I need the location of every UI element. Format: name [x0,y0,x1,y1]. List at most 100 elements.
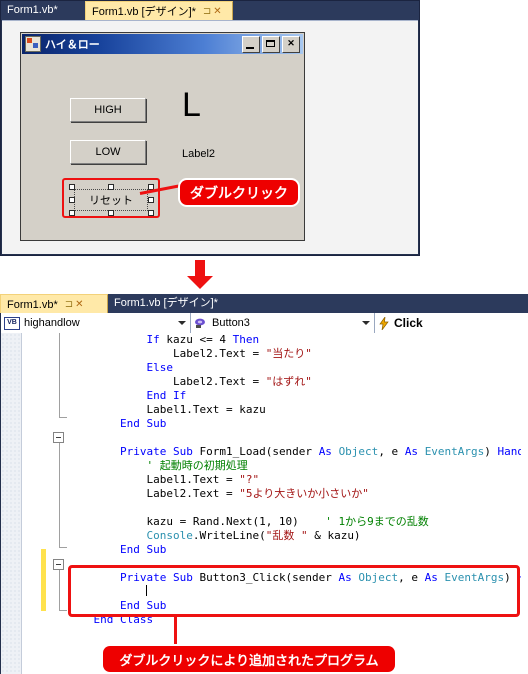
code-outlining-margin[interactable] [53,333,67,674]
code-token: End Class [93,613,154,626]
code-token: End Sub [119,599,167,612]
window-buttons[interactable]: ✕ [242,35,300,53]
tab-label: Form1.vb* [7,299,58,311]
code-token: kazu = Rand.Next(1, 10) [146,515,299,528]
form-title-bar: ハイ＆ロー ✕ [22,34,303,54]
class-dropdown-value: highandlow [24,317,80,329]
code-line: Label1.Text = kazu [67,403,528,417]
code-line: Console.WriteLine("乱数 " & kazu) [67,529,528,543]
resize-handle-sw[interactable] [69,210,75,216]
form-icon [25,36,41,52]
reset-button-selection-highlight: リセット [62,178,160,218]
tab-form1-vb-design[interactable]: Form1.vb [デザイン]* [108,294,242,313]
code-token: Private Sub [119,445,200,458]
form-label2[interactable]: Label2 [182,148,215,160]
maximize-button[interactable] [262,35,280,53]
code-token: Label2.Text = [146,487,240,500]
code-token: Private Sub [119,571,200,584]
vb-form-preview[interactable]: ハイ＆ロー ✕ HIGH LOW L Label2 リセット [20,32,305,241]
code-token: Form1_Load(sender [199,445,319,458]
minimize-button[interactable] [242,35,260,53]
resize-handle-w[interactable] [69,197,75,203]
indicator-margin[interactable] [1,333,22,674]
tab-label: Form1.vb [デザイン]* [114,297,218,309]
code-token: ) [484,445,498,458]
code-line: Private Sub Form1_Load(sender As Object,… [67,445,528,459]
code-token: "?" [239,473,260,486]
code-text-area[interactable]: If kazu <= 4 Then Label2.Text = "当たり" El… [1,333,528,674]
close-button[interactable]: ✕ [282,35,300,53]
tab-label: Form1.vb* [7,4,58,16]
outline-collapse-button-button3click[interactable] [53,559,64,570]
code-line: If kazu <= 4 Then [67,333,528,347]
pin-icon[interactable]: ⊐ [65,299,75,310]
change-mark-yellow [41,549,46,611]
event-dropdown[interactable]: Click [375,313,528,333]
form-button-low[interactable]: LOW [70,140,146,164]
class-dropdown[interactable]: VB highandlow [1,313,191,333]
code-token: End Sub [119,417,167,430]
code-token: , e [378,445,405,458]
form-client-area[interactable]: HIGH LOW L Label2 リセット [22,54,303,239]
resize-handle-se[interactable] [148,210,154,216]
resize-handle-s[interactable] [108,210,114,216]
form-button-reset[interactable]: リセット [74,189,148,211]
code-token: As [424,571,445,584]
code-token: As [404,445,425,458]
code-token: As [318,445,339,458]
code-token: Console [146,529,193,542]
code-token: "乱数 " [265,529,308,542]
resize-handle-e[interactable] [148,197,154,203]
form-title: ハイ＆ロー [45,39,100,51]
code-token: Else [146,361,173,374]
code-token: ) [504,571,518,584]
chevron-down-icon[interactable] [178,321,186,325]
tab-form1-vb-code[interactable]: Form1.vb* [1,1,85,20]
change-tracking-bar [41,333,46,674]
form-label1[interactable]: L [182,88,201,122]
code-token: EventArgs [444,571,505,584]
code-editor-window: Form1.vb* ⊐✕ Form1.vb [デザイン]* VB highandl… [0,294,528,674]
code-navigation-toolbar: VB highandlow Button3 Click [1,313,528,334]
code-token: ' 起動時の初期処理 [146,459,248,472]
resize-handle-nw[interactable] [69,184,75,190]
member-dropdown[interactable]: Button3 [191,313,375,333]
code-line: kazu = Rand.Next(1, 10) ' 1から9までの乱数 [67,515,528,529]
code-token: Button3_Click(sender [199,571,339,584]
chevron-down-icon[interactable] [362,321,370,325]
code-line [67,585,528,599]
code-token: kazu <= 4 [166,333,233,346]
tab-pin-close-icons[interactable]: ⊐✕ [203,2,224,21]
code-token: Label1.Text = [146,473,240,486]
resize-handle-n[interactable] [108,184,114,190]
code-token: ' 1から9までの乱数 [298,515,429,528]
method-icon [194,317,208,329]
designer-canvas[interactable]: ハイ＆ロー ✕ HIGH LOW L Label2 リセット ダブルクリック [2,20,418,254]
code-token: , e [398,571,425,584]
tab-pin-close-icons[interactable]: ⊐✕ [65,295,86,314]
event-dropdown-value: Click [394,316,423,330]
tab-form1-vb-code[interactable]: Form1.vb* ⊐✕ [0,294,108,313]
code-line: Label2.Text = "5より大きいか小さいか" [67,487,528,501]
code-token: "はずれ" [265,375,312,388]
vb-class-icon: VB [4,316,20,330]
code-right-edge [521,333,528,674]
close-icon[interactable]: ✕ [75,299,85,310]
close-icon[interactable]: ✕ [213,6,223,17]
tab-form1-vb-design[interactable]: Form1.vb [デザイン]* ⊐✕ [85,1,233,20]
source-code[interactable]: If kazu <= 4 Then Label2.Text = "当たり" El… [67,333,528,674]
outline-line [59,570,60,610]
member-dropdown-value: Button3 [212,317,250,329]
code-line: End Sub [67,543,528,557]
form-button-high[interactable]: HIGH [70,98,146,122]
outline-collapse-button-form1load[interactable] [53,432,64,443]
code-token: As [338,571,359,584]
code-token: "当たり" [265,347,312,360]
code-token: Label2.Text = [172,375,266,388]
code-token: Label2.Text = [172,347,266,360]
code-token: EventArgs [424,445,485,458]
pin-icon[interactable]: ⊐ [203,6,213,17]
